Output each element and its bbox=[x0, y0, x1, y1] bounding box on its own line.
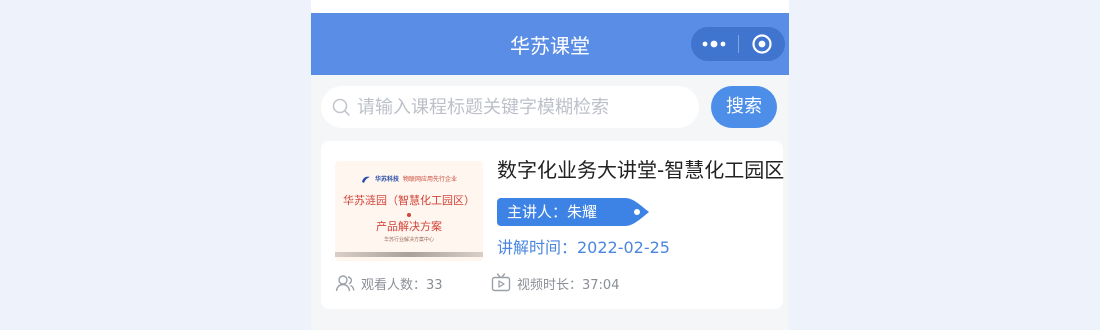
search-input[interactable] bbox=[357, 87, 699, 127]
more-button[interactable] bbox=[691, 27, 738, 61]
search-box[interactable] bbox=[321, 86, 699, 128]
video-duration: 视频时长：37:04 bbox=[491, 272, 619, 294]
capsule-menu bbox=[691, 27, 785, 61]
thumbnail-divider-dot bbox=[407, 213, 411, 217]
thumbnail-footnote: 华苏行业解决方案中心 bbox=[383, 237, 434, 243]
lecturer-badge: 主讲人：朱耀 bbox=[497, 198, 651, 226]
thumbnail-subheadline: 产品解决方案 bbox=[376, 220, 442, 233]
close-button[interactable] bbox=[739, 27, 786, 61]
video-duration-text: 视频时长：37:04 bbox=[517, 277, 620, 293]
search-icon bbox=[332, 98, 350, 116]
lecture-time: 讲解时间：2022-02-25 bbox=[497, 238, 670, 257]
course-card[interactable]: 华苏科技 物联网应用先行企业 华苏涟园（智慧化工园区） 产品解决方案 华苏行业解… bbox=[321, 141, 784, 309]
lecturer-name: 主讲人：朱耀 bbox=[507, 203, 598, 221]
close-target-icon bbox=[752, 34, 772, 54]
thumbnail-logo-text: 华苏科技 bbox=[374, 175, 399, 183]
thumbnail-logo: 华苏科技 物联网应用先行企业 bbox=[335, 175, 483, 184]
search-bar: 搜索 bbox=[311, 75, 789, 141]
company-logo-icon bbox=[361, 176, 370, 183]
course-title[interactable]: 数字化业务大讲堂-智慧化工园区 bbox=[497, 157, 784, 183]
mini-program-screen: 华苏课堂 请输入课程标题关键字模糊检索 搜索 华苏科技 物联网应用先行企业 华苏… bbox=[311, 0, 789, 330]
view-count: 观看人数：33 bbox=[335, 272, 443, 294]
view-count-text: 观看人数：33 bbox=[361, 277, 443, 293]
course-thumbnail[interactable]: 华苏科技 物联网应用先行企业 华苏涟园（智慧化工园区） 产品解决方案 华苏行业解… bbox=[335, 161, 483, 261]
status-strip bbox=[311, 0, 789, 13]
users-icon bbox=[335, 275, 355, 292]
video-icon bbox=[491, 273, 511, 292]
thumbnail-bottom-bar bbox=[335, 252, 483, 257]
thumbnail-headline: 华苏涟园（智慧化工园区） bbox=[343, 194, 475, 207]
navigation-bar: 华苏课堂 bbox=[311, 13, 789, 75]
search-button[interactable]: 搜索 bbox=[711, 86, 777, 128]
more-dots-icon bbox=[702, 40, 726, 48]
thumbnail-logo-subtitle: 物联网应用先行企业 bbox=[403, 175, 458, 183]
